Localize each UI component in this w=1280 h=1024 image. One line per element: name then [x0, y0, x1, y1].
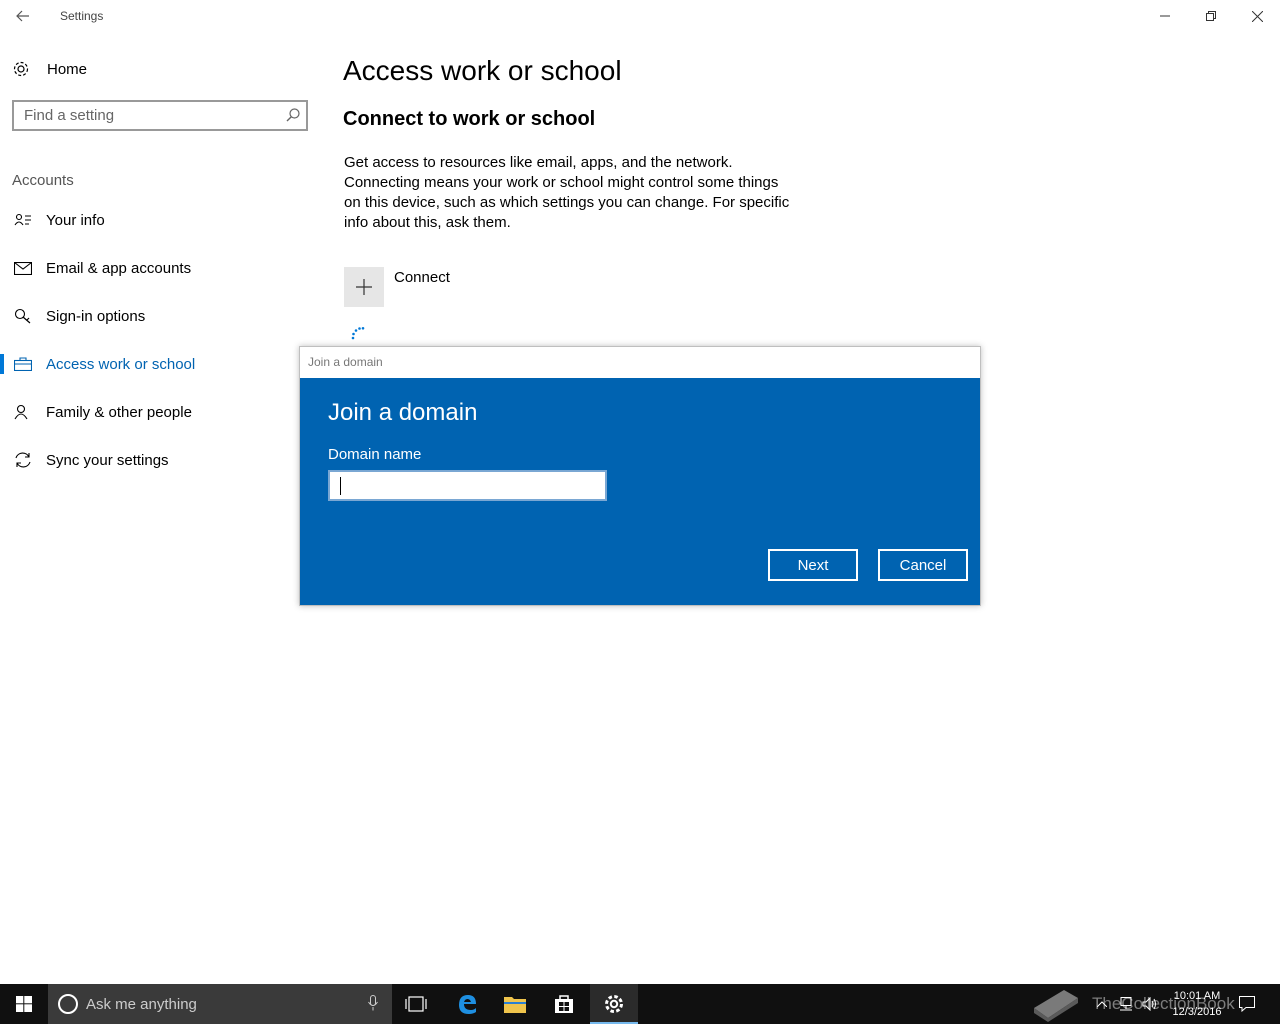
- title-bar: Settings: [0, 0, 1280, 32]
- domain-name-field[interactable]: [328, 470, 607, 501]
- task-view-button[interactable]: [392, 984, 440, 1024]
- store-button[interactable]: [540, 984, 588, 1024]
- book-logo-icon: [1034, 990, 1078, 1022]
- connect-button[interactable]: Connect: [344, 267, 450, 307]
- next-button[interactable]: Next: [768, 549, 858, 581]
- sidebar-item-label: Your info: [46, 211, 105, 229]
- store-bag-icon: [555, 995, 573, 1013]
- sidebar-item-label: Family & other people: [46, 403, 192, 421]
- home-link[interactable]: Home: [12, 56, 87, 82]
- home-label: Home: [47, 60, 88, 78]
- sidebar-item-your-info[interactable]: Your info: [0, 200, 300, 240]
- plus-icon: [344, 267, 384, 307]
- gear-icon: [12, 60, 34, 78]
- dialog-heading: Join a domain: [328, 399, 478, 426]
- search-icon[interactable]: [286, 108, 300, 127]
- description-text: Get access to resources like email, apps…: [344, 154, 790, 231]
- section-label-accounts: Accounts: [12, 172, 74, 189]
- sidebar-item-sync-settings[interactable]: Sync your settings: [0, 440, 300, 480]
- restore-button[interactable]: [1188, 0, 1234, 32]
- edge-button[interactable]: [443, 984, 491, 1024]
- sidebar-item-label: Access work or school: [46, 355, 196, 373]
- cancel-button[interactable]: Cancel: [878, 549, 968, 581]
- chevron-up-icon: [1097, 1001, 1107, 1007]
- cortana-icon: [58, 994, 78, 1014]
- clock-time: 10:01 AM: [1173, 990, 1221, 1002]
- back-arrow-icon: [16, 10, 29, 22]
- back-button[interactable]: [0, 0, 46, 32]
- show-hidden-icons-button[interactable]: [1092, 984, 1112, 1024]
- minimize-icon: [1160, 15, 1170, 17]
- cortana-search-box[interactable]: Ask me anything: [48, 984, 392, 1024]
- start-button[interactable]: [0, 984, 48, 1024]
- minimize-button[interactable]: [1142, 0, 1188, 32]
- briefcase-icon: [0, 357, 46, 371]
- clock[interactable]: 10:01 AM 12/3/2016: [1166, 988, 1228, 1020]
- network-button[interactable]: [1114, 984, 1138, 1024]
- section-title: Connect to work or school: [343, 108, 596, 130]
- connect-label: Connect: [394, 269, 450, 286]
- task-view-icon: [405, 996, 427, 1012]
- windows-logo-icon: [16, 996, 32, 1012]
- domain-name-input[interactable]: [330, 472, 605, 499]
- network-icon: [1120, 997, 1132, 1011]
- cortana-placeholder: Ask me anything: [86, 995, 197, 1013]
- settings-taskbar-button[interactable]: [590, 984, 638, 1024]
- edge-browser-icon: [459, 995, 476, 1014]
- gear-icon: [605, 995, 623, 1013]
- sidebar-item-label: Sign-in options: [46, 307, 146, 325]
- person-card-icon: [0, 213, 46, 227]
- loading-spinner-icon: [350, 325, 366, 346]
- sidebar-item-sign-in-options[interactable]: Sign-in options: [0, 296, 300, 336]
- sidebar-item-access-work-school[interactable]: Access work or school: [0, 344, 300, 384]
- folder-icon: [504, 997, 526, 1013]
- sync-icon: [0, 452, 46, 468]
- close-button[interactable]: [1234, 0, 1280, 32]
- restore-icon: [1206, 11, 1216, 21]
- join-domain-dialog: Join a domain Join a domain Domain name …: [299, 346, 981, 606]
- mail-icon: [0, 261, 46, 275]
- volume-button[interactable]: [1138, 984, 1162, 1024]
- notification-icon: [1239, 996, 1255, 1012]
- close-icon: [1251, 10, 1263, 22]
- file-explorer-button[interactable]: [491, 984, 539, 1024]
- dialog-title-bar: Join a domain: [300, 347, 980, 378]
- sidebar-item-family-people[interactable]: Family & other people: [0, 392, 300, 432]
- taskbar: Ask me anything TheCollectionBook 10:01 …: [0, 984, 1280, 1024]
- speaker-icon: [1142, 997, 1156, 1011]
- app-title: Settings: [60, 9, 104, 23]
- sidebar-item-email-accounts[interactable]: Email & app accounts: [0, 248, 300, 288]
- key-icon: [0, 308, 46, 324]
- clock-date: 12/3/2016: [1172, 1006, 1222, 1018]
- microphone-icon[interactable]: [368, 995, 378, 1016]
- sidebar-item-label: Email & app accounts: [46, 259, 192, 277]
- search-input[interactable]: [14, 102, 274, 129]
- action-center-button[interactable]: [1234, 984, 1260, 1024]
- person-add-icon: [0, 404, 46, 420]
- page-title: Access work or school: [343, 55, 622, 86]
- settings-search[interactable]: [12, 100, 308, 131]
- sidebar-item-label: Sync your settings: [46, 451, 169, 469]
- text-caret: [340, 477, 341, 495]
- domain-name-label: Domain name: [328, 446, 422, 463]
